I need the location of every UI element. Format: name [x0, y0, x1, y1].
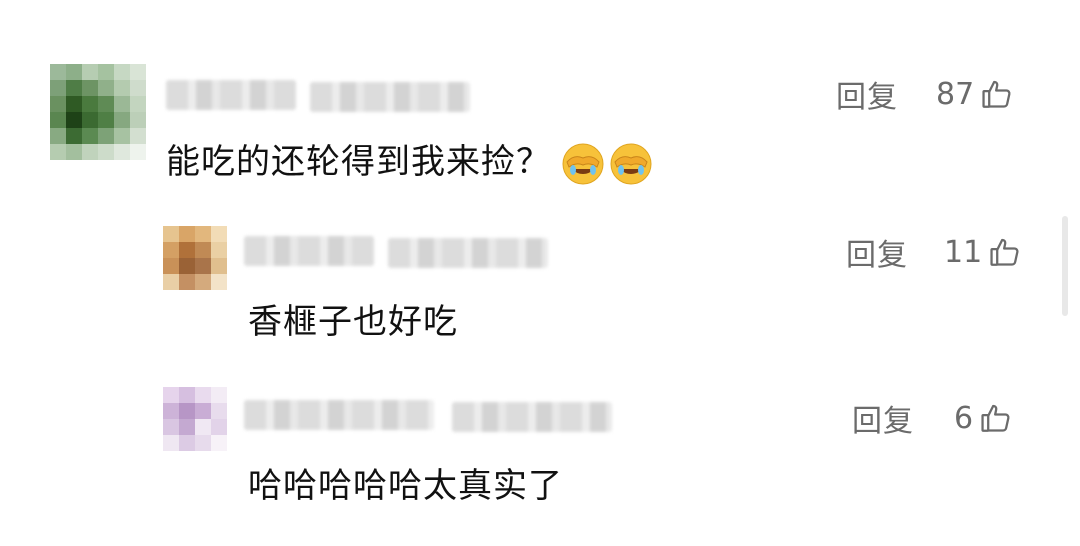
thumbs-up-icon[interactable] — [988, 235, 1022, 269]
reply-button[interactable]: 回复 — [836, 72, 898, 116]
avatar[interactable] — [163, 387, 227, 451]
facepalm-laugh-emoji — [561, 142, 605, 186]
facepalm-laugh-emoji — [609, 142, 653, 186]
meta-blurred — [388, 238, 548, 268]
avatar[interactable] — [163, 226, 227, 290]
like-count[interactable]: 6 — [954, 401, 973, 436]
comment-actions: 回复 6 — [852, 396, 1013, 440]
comment-actions: 回复 87 — [836, 72, 1014, 116]
reply-button[interactable]: 回复 — [852, 396, 914, 440]
username-blurred[interactable] — [244, 236, 374, 266]
like-count[interactable]: 87 — [936, 77, 974, 112]
thumbs-up-icon[interactable] — [980, 77, 1014, 111]
reply-button[interactable]: 回复 — [846, 230, 908, 274]
meta-blurred — [452, 402, 612, 432]
like-count[interactable]: 11 — [944, 235, 982, 270]
comment-text: 哈哈哈哈哈太真实了 — [248, 466, 563, 506]
comment-text: 能吃的还轮得到我来捡？ — [166, 134, 653, 186]
comment-text-content: 能吃的还轮得到我来捡？ — [166, 142, 551, 182]
username-blurred[interactable] — [166, 80, 296, 110]
username-blurred[interactable] — [244, 400, 434, 430]
meta-blurred — [310, 82, 470, 112]
scrollbar[interactable] — [1062, 216, 1068, 316]
comment-text: 香榧子也好吃 — [248, 302, 458, 342]
thumbs-up-icon[interactable] — [979, 401, 1013, 435]
avatar[interactable] — [50, 64, 146, 160]
comment-actions: 回复 11 — [846, 230, 1022, 274]
